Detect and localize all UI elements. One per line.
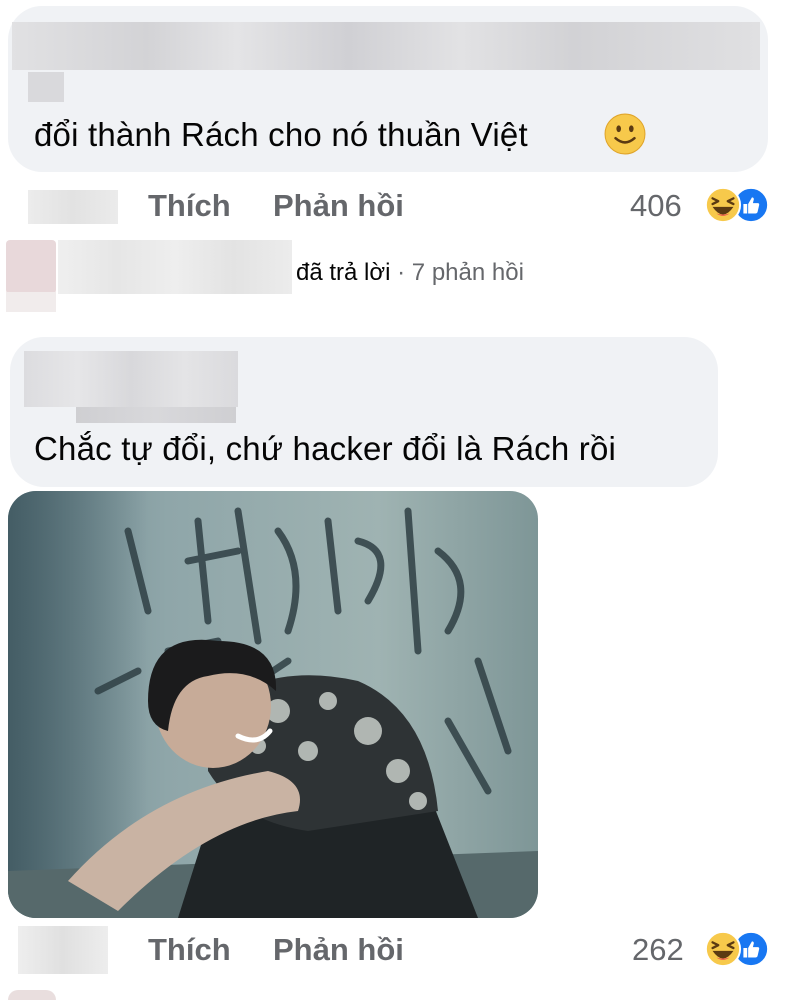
separator: ·	[397, 259, 406, 286]
comment-text: Chắc tự đổi, chứ hacker đổi là Rách rồi	[34, 430, 617, 467]
reaction-icons[interactable]	[704, 930, 770, 970]
blurred-timestamp	[18, 926, 108, 974]
view-replies-link[interactable]: đã trả lời · 7 phản hồi	[296, 259, 524, 287]
reaction-icons[interactable]	[704, 186, 770, 226]
comment-text: đổi thành Rách cho nó thuần Việt	[34, 116, 528, 153]
blurred-timestamp	[28, 190, 118, 224]
haha-icon	[704, 930, 742, 968]
like-button[interactable]: Thích	[148, 932, 231, 968]
reply-button[interactable]: Phản hồi	[273, 188, 404, 224]
comment-bubble: Chắc tự đổi, chứ hacker đổi là Rách rồi	[10, 337, 718, 487]
replies-count: 7 phản hồi	[411, 259, 524, 286]
blurred-author-name	[12, 22, 760, 70]
reply-button[interactable]: Phản hồi	[273, 932, 404, 968]
slightly-smiling-face-icon	[604, 113, 646, 155]
reaction-count[interactable]: 406	[630, 188, 682, 224]
next-comment-avatar	[8, 990, 56, 1000]
blurred-author-tail	[28, 72, 64, 102]
blurred-avatar	[6, 240, 56, 294]
comment-photo[interactable]	[8, 491, 538, 918]
blurred-replier-names	[58, 240, 292, 294]
blurred-author-name	[24, 351, 238, 407]
blurred-author-tail	[76, 407, 236, 423]
reaction-count[interactable]: 262	[632, 932, 684, 968]
haha-icon	[704, 186, 742, 224]
photo-illustration	[8, 491, 538, 918]
blurred-avatar-shadow	[6, 292, 56, 312]
like-button[interactable]: Thích	[148, 188, 231, 224]
comment-bubble: đổi thành Rách cho nó thuần Việt	[8, 6, 768, 172]
comment-thread: đổi thành Rách cho nó thuần Việt Thích P…	[0, 0, 798, 1000]
replied-label: đã trả lời	[296, 259, 391, 286]
